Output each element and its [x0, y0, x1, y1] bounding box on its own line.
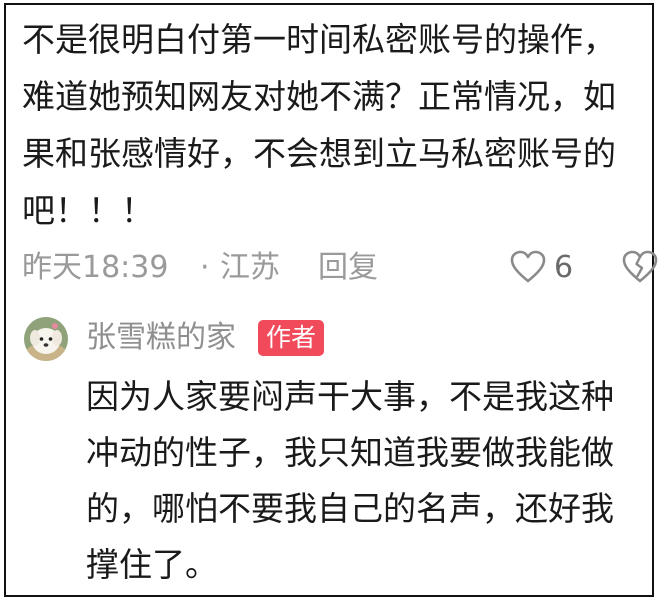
meta-separator: ·: [200, 250, 210, 285]
author-name[interactable]: 张雪糕的家: [86, 315, 236, 361]
comment-location: 江苏: [220, 250, 280, 285]
author-badge: 作者: [258, 320, 325, 356]
heart-outline-icon: [510, 250, 546, 283]
reply-text: 因为人家要闷声干大事，不是我这种冲动的性子，我只知道我要做我能做的，哪怕不要我自…: [86, 377, 614, 584]
author-avatar[interactable]: [24, 317, 68, 361]
comment-meta-row: 昨天18:39 · 江苏 回复 6: [22, 243, 658, 293]
broken-heart-icon[interactable]: [622, 250, 658, 284]
comment-time: 昨天18:39: [22, 250, 169, 285]
reply-button[interactable]: 回复: [318, 243, 378, 293]
comment-card: 不是很明白付第一时间私密账号的操作，难道她预知网友对她不满？正常情况，如果和张感…: [4, 3, 658, 597]
comment-text: 不是很明白付第一时间私密账号的操作，难道她预知网友对她不满？正常情况，如果和张感…: [22, 20, 616, 230]
dog-avatar-image: [24, 317, 68, 361]
like-count: 6: [554, 250, 574, 285]
